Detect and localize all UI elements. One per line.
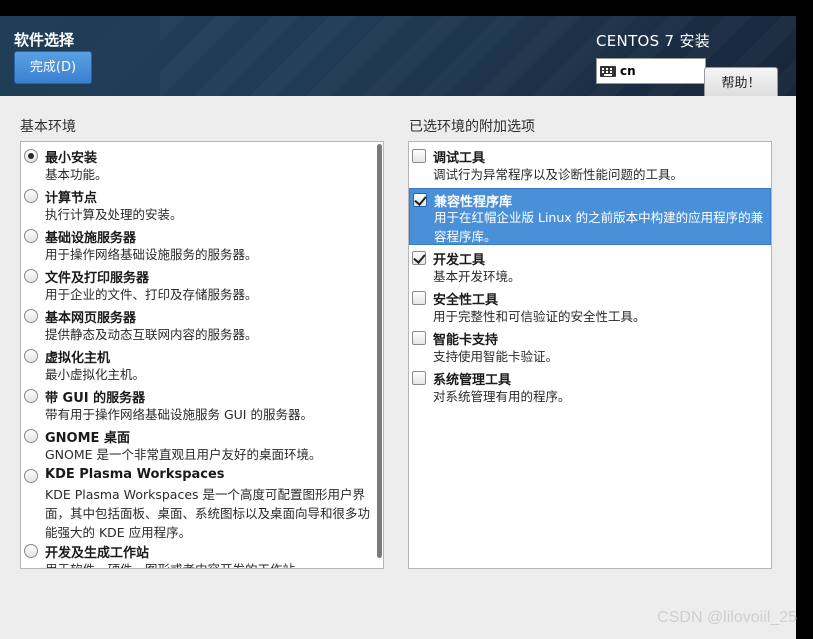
env-item-desc: 基本功能。 [45,167,108,182]
checkbox[interactable] [412,331,426,345]
env-item-desc: 用于企业的文件、打印及存储服务器。 [45,287,258,302]
env-item-name: GNOME 桌面 [45,431,130,446]
addon-item-desc: 用于在红帽企业版 Linux 的之前版本中构建的应用程序的兼容程序库。 [434,210,764,244]
radio-button[interactable] [24,309,38,323]
checkbox[interactable] [412,291,426,305]
env-item-desc: 提供静态及动态互联网内容的服务器。 [45,327,258,342]
radio-button[interactable] [24,469,38,483]
env-item-desc: 带有用于操作网络基础设施服务 GUI 的服务器。 [45,407,313,422]
env-item-name: 开发及生成工作站 [45,546,150,561]
radio-button[interactable] [24,269,38,283]
env-item-name: 基础设施服务器 [45,231,137,246]
env-item-name: 带 GUI 的服务器 [45,391,146,406]
radio-button[interactable] [24,349,38,363]
addon-item-dev-tools[interactable]: 开发工具 基本开发环境。 [409,246,771,286]
env-item-desc: 最小虚拟化主机。 [45,367,146,382]
header-bar: 软件选择 完成(D) CENTOS 7 安装 cn 帮助！ [0,16,796,96]
base-environment-list[interactable]: 最小安装 基本功能。 计算节点 执行计算及处理的安装。 基础设施服务器 用于操作… [20,141,384,569]
addon-item-desc: 调试行为异常程序以及诊断性能问题的工具。 [433,167,684,182]
radio-button[interactable] [24,229,38,243]
checkbox[interactable] [412,371,426,385]
radio-button[interactable] [24,149,38,163]
env-item-desc: 用于软件、硬件、图形或者内容开发的工作站。 [45,560,375,568]
addon-item-desc: 支持使用智能卡验证。 [433,349,559,364]
addon-item-name: 开发工具 [433,253,486,268]
scrollbar[interactable] [377,144,382,558]
env-item-desc: 用于操作网络基础设施服务的服务器。 [45,247,258,262]
addon-item-debug-tools[interactable]: 调试工具 调试行为异常程序以及诊断性能问题的工具。 [409,144,771,184]
env-item-name: 基本网页服务器 [45,311,137,326]
installer-window: 软件选择 完成(D) CENTOS 7 安装 cn 帮助！ 基本环境 已选环境的… [0,0,796,639]
addon-item-compat-libraries[interactable]: 兼容性程序库 用于在红帽企业版 Linux 的之前版本中构建的应用程序的兼容程序… [409,188,771,245]
help-button[interactable]: 帮助！ [704,67,778,96]
env-item-name: KDE Plasma Workspaces [45,467,225,482]
addon-item-desc: 用于完整性和可信验证的安全性工具。 [433,309,646,324]
addon-item-name: 系统管理工具 [433,373,512,388]
product-title: CENTOS 7 安装 [596,32,711,50]
addons-title: 已选环境的附加选项 [409,119,535,135]
addon-item-name: 智能卡支持 [433,333,499,348]
page-title: 软件选择 [14,31,75,49]
env-item-desc: 执行计算及处理的安装。 [45,207,183,222]
env-item-name: 虚拟化主机 [45,351,111,366]
radio-button[interactable] [24,389,38,403]
radio-button[interactable] [24,189,38,203]
radio-button[interactable] [24,429,38,443]
addon-item-sysadmin-tools[interactable]: 系统管理工具 对系统管理有用的程序。 [409,366,771,406]
addon-item-name: 安全性工具 [433,293,499,308]
env-item-name: 文件及打印服务器 [45,271,150,286]
addon-item-security-tools[interactable]: 安全性工具 用于完整性和可信验证的安全性工具。 [409,286,771,326]
env-item-name: 最小安装 [45,151,98,166]
keyboard-layout-indicator[interactable]: cn [596,58,706,84]
checkbox[interactable] [412,251,426,265]
addon-item-desc: 基本开发环境。 [433,269,521,284]
keyboard-icon [600,65,616,77]
header-pattern [160,16,796,96]
done-button[interactable]: 完成(D) [14,51,92,84]
base-environment-title: 基本环境 [20,119,76,135]
addons-list[interactable]: 调试工具 调试行为异常程序以及诊断性能问题的工具。 兼容性程序库 用于在红帽企业… [408,141,772,569]
checkbox[interactable] [413,193,427,207]
addon-item-name: 调试工具 [433,151,486,166]
env-item-desc: GNOME 是一个非常直观且用户友好的桌面环境。 [45,447,322,462]
env-item-name: 计算节点 [45,191,98,206]
keyboard-layout-label: cn [620,64,636,78]
env-item-desc: KDE Plasma Workspaces 是一个高度可配置图形用户界面，其中包… [45,487,371,540]
watermark-text: CSDN @lilovoiil_25 [657,609,797,626]
content-area: 基本环境 已选环境的附加选项 最小安装 基本功能。 计算节点 执行计算及处理的安… [0,96,796,639]
addon-item-desc: 对系统管理有用的程序。 [433,389,571,404]
radio-button[interactable] [24,544,38,558]
addon-item-smartcard-support[interactable]: 智能卡支持 支持使用智能卡验证。 [409,326,771,366]
checkbox[interactable] [412,149,426,163]
